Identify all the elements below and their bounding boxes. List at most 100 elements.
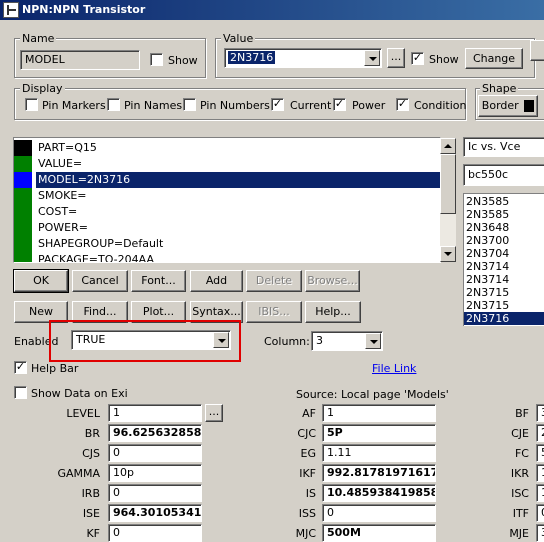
shape-group-label: Shape — [480, 82, 519, 95]
scroll-up-arrow[interactable] — [440, 138, 456, 154]
param-value-field[interactable]: 1.11 — [322, 444, 436, 462]
attribute-color-swatch — [14, 188, 32, 204]
display-option-checkbox[interactable] — [107, 98, 120, 111]
display-option-checkbox[interactable]: ✓ — [396, 98, 409, 111]
attribute-text: VALUE= — [38, 157, 83, 170]
value-dropdown-arrow[interactable] — [364, 50, 380, 66]
param-label: ISE — [82, 507, 100, 520]
param-value-field[interactable]: 0 — [108, 524, 202, 542]
plot-select[interactable]: Ic vs. Vce — [463, 137, 544, 157]
display-option-checkbox[interactable]: ✓ — [333, 98, 346, 111]
param-value-field[interactable]: 0 — [108, 484, 202, 502]
value-group-label: Value — [221, 32, 256, 45]
attribute-row[interactable]: MODEL=2N3716 — [14, 172, 440, 188]
param-label: MJC — [295, 527, 316, 540]
display-option-checkbox[interactable] — [183, 98, 196, 111]
highlight-box — [49, 320, 241, 362]
attribute-row[interactable]: COST= — [14, 204, 440, 220]
param-value-field[interactable]: 96.625632858055M — [108, 424, 202, 442]
help-bar-checkbox[interactable]: ✓ — [14, 361, 27, 374]
display-option-label: Pin Markers — [42, 99, 106, 112]
model-list-item[interactable]: 2N3714 — [464, 260, 544, 273]
level-more-button[interactable]: ... — [205, 404, 223, 422]
param-value-field[interactable]: 0 — [536, 504, 544, 522]
help-button[interactable]: Help... — [305, 301, 361, 323]
add-button[interactable]: Add — [190, 270, 243, 292]
display-option-checkbox[interactable]: ✓ — [271, 98, 284, 111]
param-label: FC — [514, 447, 529, 460]
model-search-field[interactable]: bc550c — [463, 164, 544, 186]
name-show-label: Show — [168, 54, 198, 67]
param-value-field[interactable]: 1 — [536, 464, 544, 482]
value-combobox[interactable]: 2N3716 — [224, 48, 382, 68]
model-list-item[interactable]: 2N3716 — [464, 312, 544, 325]
param-value-field[interactable]: 3 — [536, 524, 544, 542]
param-label: IRB — [81, 487, 100, 500]
attribute-list-scrollbar[interactable] — [440, 138, 456, 262]
attribute-list[interactable]: PART=Q15 VALUE= MODEL=2N3716 SMOKE= COST= POW… — [13, 137, 441, 263]
model-list-item[interactable]: 2N3715 — [464, 286, 544, 299]
param-label: KF — [86, 527, 100, 540]
cancel-button[interactable]: Cancel — [72, 270, 128, 292]
param-label: IKR — [510, 467, 529, 480]
param-value-field[interactable]: 5P — [322, 424, 436, 442]
attribute-row[interactable]: VALUE= — [14, 156, 440, 172]
param-value-field[interactable]: 500M — [322, 524, 436, 542]
font-button[interactable]: Font... — [131, 270, 186, 292]
value-show-label: Show — [429, 53, 459, 66]
attribute-row[interactable]: SHAPEGROUP=Default — [14, 236, 440, 252]
param-value-field[interactable]: 0 — [322, 504, 436, 522]
change-button[interactable]: Change — [465, 48, 523, 69]
attribute-row[interactable]: PART=Q15 — [14, 140, 440, 156]
next-button-partial[interactable] — [530, 40, 544, 61]
param-label: BF — [515, 407, 529, 420]
param-value-field[interactable]: 992.817819716178M — [322, 464, 436, 482]
param-value-field[interactable]: 0 — [108, 444, 202, 462]
display-option-checkbox[interactable] — [25, 98, 38, 111]
param-value-field[interactable]: 2 — [536, 424, 544, 442]
scroll-down-arrow[interactable] — [440, 246, 456, 262]
transistor-icon — [3, 2, 19, 18]
show-data-checkbox[interactable] — [14, 386, 27, 399]
border-color-swatch — [524, 100, 535, 112]
attribute-row[interactable]: POWER= — [14, 220, 440, 236]
ibis-button[interactable]: IBIS... — [246, 301, 302, 323]
column-dropdown-arrow[interactable] — [365, 333, 381, 349]
param-value-field[interactable]: 1 — [108, 404, 202, 422]
value-more-button[interactable]: ... — [387, 48, 405, 68]
attribute-text: PART=Q15 — [38, 141, 97, 154]
param-value-field[interactable]: 3 — [536, 404, 544, 422]
model-list-item[interactable]: 2N3700 — [464, 234, 544, 247]
display-option-label: Condition — [414, 99, 467, 112]
model-list[interactable]: 2N3585 2N3585 2N3648 2N3700 2N3704 2N3714 2N37… — [463, 193, 544, 326]
scroll-thumb[interactable] — [440, 154, 456, 214]
attribute-row[interactable]: SMOKE= — [14, 188, 440, 204]
param-value-field[interactable]: 5 — [536, 444, 544, 462]
param-value-field[interactable]: 10p — [108, 464, 202, 482]
model-list-item[interactable]: 2N3714 — [464, 273, 544, 286]
param-value-field[interactable]: 1 — [322, 404, 436, 422]
model-list-item[interactable]: 2N3648 — [464, 221, 544, 234]
file-link[interactable]: File Link — [372, 362, 416, 375]
value-show-checkbox[interactable]: ✓ — [411, 52, 424, 65]
param-value-field[interactable]: 964.301053413807F — [108, 504, 202, 522]
model-list-item[interactable]: 2N3585 — [464, 195, 544, 208]
model-list-item[interactable]: 2N3704 — [464, 247, 544, 260]
param-value-field[interactable]: 1 — [536, 484, 544, 502]
attribute-text: SMOKE= — [38, 189, 87, 202]
name-group-label: Name — [20, 32, 57, 45]
name-field[interactable]: MODEL — [20, 50, 140, 70]
name-show-checkbox[interactable] — [150, 53, 163, 66]
browse-button[interactable]: Browse... — [305, 270, 360, 292]
column-select[interactable]: 3 — [311, 331, 383, 351]
ok-button[interactable]: OK — [13, 269, 69, 293]
model-list-item[interactable]: 2N3715 — [464, 299, 544, 312]
attribute-row[interactable]: PACKAGE=TO-204AA — [14, 252, 440, 262]
param-label: IKF — [299, 467, 316, 480]
delete-button[interactable]: Delete — [246, 270, 302, 292]
param-label: MJE — [509, 527, 529, 540]
param-value-field[interactable]: 10.485938419858F — [322, 484, 436, 502]
border-button[interactable]: Border — [478, 95, 538, 117]
model-list-item[interactable]: 2N3585 — [464, 208, 544, 221]
attribute-text: POWER= — [38, 221, 88, 234]
